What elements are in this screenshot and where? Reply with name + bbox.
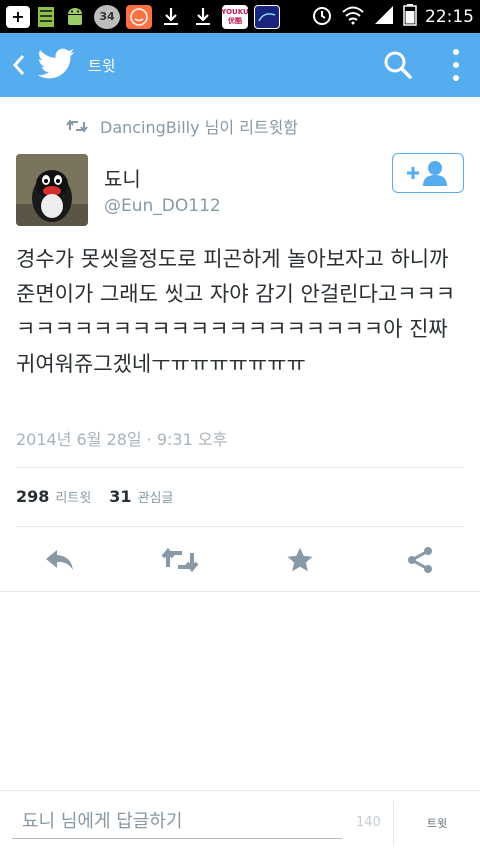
retweet-button[interactable]: [160, 542, 200, 578]
follow-button[interactable]: [392, 153, 464, 193]
favorite-count[interactable]: 31: [109, 487, 131, 506]
dot-icon: [453, 75, 459, 81]
clock: 22:15: [425, 6, 474, 27]
retweet-context-label: DancingBilly 님이 리트윗함: [100, 118, 299, 137]
android-icon: [62, 5, 88, 29]
author-handle[interactable]: @Eun_DO112: [104, 196, 221, 216]
app-bar: 트윗: [0, 33, 480, 97]
wifi-icon: [341, 5, 365, 29]
twitter-bird-icon: [36, 45, 78, 85]
chevron-left-icon: [12, 55, 25, 75]
download-icon: [190, 5, 216, 29]
tweet-button[interactable]: 트윗: [394, 801, 480, 845]
favorite-count-label[interactable]: 관심글: [138, 487, 174, 506]
youku-icon: YOUKU 优酷: [221, 4, 249, 29]
overflow-menu-button[interactable]: [444, 45, 468, 85]
retweet-icon: [161, 547, 199, 573]
system-status: 22:15: [311, 3, 474, 30]
favorite-button[interactable]: [280, 542, 320, 578]
retweet-count[interactable]: 298: [16, 487, 49, 506]
dot-icon: [453, 49, 459, 55]
share-button[interactable]: [400, 542, 440, 578]
divider: [16, 467, 464, 468]
back-button[interactable]: [4, 33, 34, 97]
counter-icon: 34: [94, 4, 120, 29]
reply-input[interactable]: [12, 805, 342, 839]
search-icon: [384, 51, 412, 79]
penguin-avatar-icon: [16, 154, 88, 226]
divider: [0, 591, 480, 592]
favorite-icon: [287, 547, 313, 572]
divider: [16, 526, 464, 527]
download-icon: [158, 5, 184, 29]
retweet-count-label[interactable]: 리트윗: [55, 487, 91, 506]
avatar[interactable]: [16, 154, 88, 226]
tweet-actions: [0, 538, 480, 582]
character-count: 140: [356, 815, 381, 830]
reply-button[interactable]: [40, 542, 80, 578]
signal-icon: [373, 5, 395, 29]
memory-icon: [36, 5, 56, 29]
tweet-timestamp: 2014년 6월 28일 · 9:31 오후: [16, 430, 228, 449]
status-bar: + 34 YOUKU 优酷 22:15: [0, 0, 480, 33]
add-user-icon: [407, 161, 447, 186]
alarm-icon: [311, 4, 333, 30]
dot-icon: [453, 62, 459, 68]
tweet-text: 경수가 못씻을정도로 피곤하게 놀아보자고 하니까 준면이가 그래도 씻고 자야…: [16, 247, 456, 376]
retweet-icon: [66, 119, 88, 133]
battery-icon: [403, 3, 417, 30]
plus-icon: +: [6, 5, 30, 28]
smiley-app-icon: [126, 4, 152, 29]
tweet-stats: 298 리트윗 31 관심글: [16, 487, 185, 506]
author-name[interactable]: 됴니: [104, 163, 141, 192]
wallpaper-icon: [254, 4, 280, 29]
reply-bar: 140 트윗: [0, 790, 480, 853]
share-icon: [408, 547, 432, 573]
app-title: 트윗: [88, 56, 116, 75]
search-button[interactable]: [380, 47, 416, 83]
reply-icon: [46, 550, 73, 570]
retweet-context[interactable]: DancingBilly 님이 리트윗함: [66, 114, 298, 138]
notification-icons: + 34 YOUKU 优酷: [6, 4, 280, 29]
